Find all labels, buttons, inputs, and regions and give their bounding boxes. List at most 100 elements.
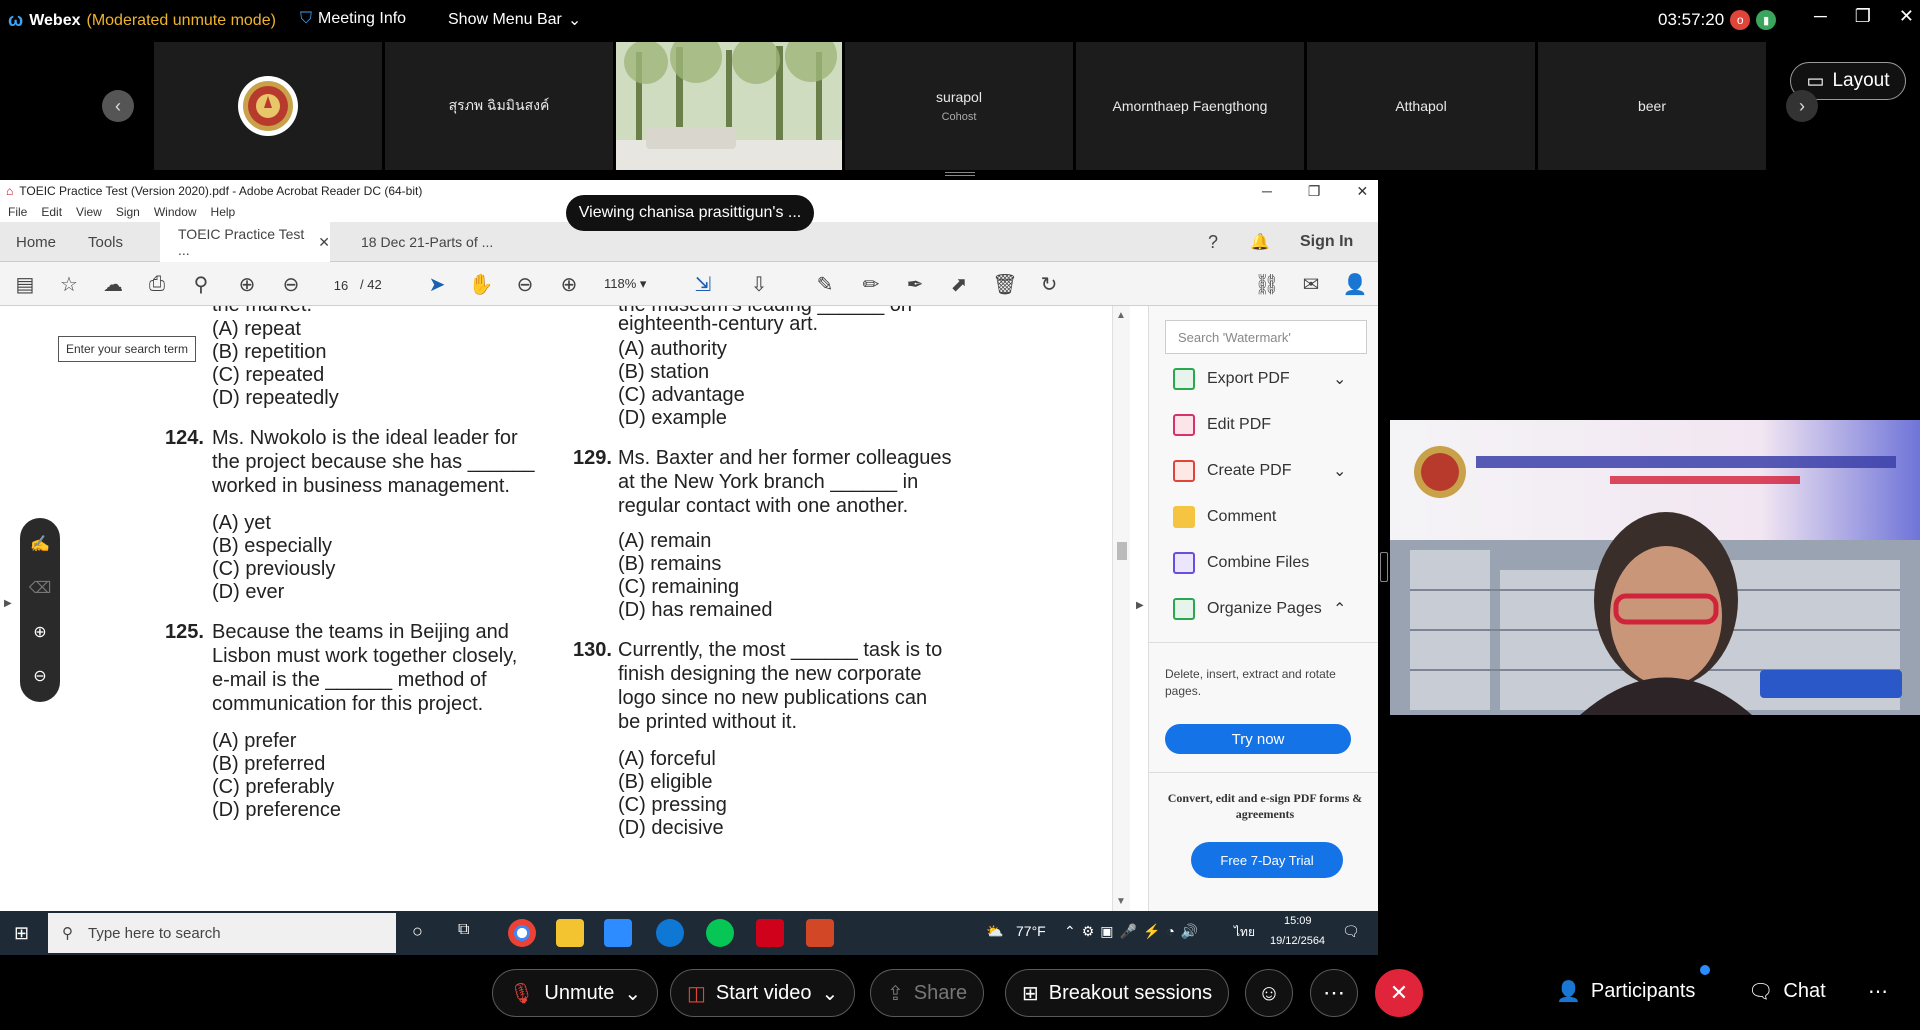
share-user-icon[interactable]: 👤 — [1342, 272, 1368, 296]
cortana-icon[interactable]: ○ — [412, 921, 423, 942]
tab-document[interactable]: 18 Dec 21-Parts of ... — [345, 222, 493, 262]
taskbar-search-box[interactable]: ⚲ Type here to search — [48, 913, 396, 953]
sign-in-link[interactable]: Sign In — [1300, 222, 1353, 262]
tools-search-input[interactable]: Search 'Watermark' — [1165, 320, 1367, 354]
more-options-button[interactable]: ⋯ — [1310, 969, 1358, 1017]
close-icon[interactable]: ✕ — [1356, 183, 1368, 200]
participant-tile[interactable] — [154, 42, 382, 170]
participants-button[interactable]: 👤 Participants — [1556, 965, 1710, 1004]
zoom-level[interactable]: 118% ▾ — [604, 276, 646, 292]
link-icon[interactable]: ⛓ — [1254, 272, 1280, 296]
edit-pdf-item[interactable]: Edit PDF — [1173, 414, 1271, 436]
minimize-icon[interactable]: ─ — [1262, 183, 1272, 200]
participant-tile[interactable]: surapol Cohost — [845, 42, 1073, 170]
powerpoint-icon[interactable] — [806, 919, 834, 947]
chevron-down-icon[interactable]: ⌄ — [624, 981, 641, 1006]
share-button[interactable]: ⇪ Share — [870, 969, 985, 1017]
free-trial-button[interactable]: Free 7-Day Trial — [1191, 842, 1343, 878]
export-pdf-item[interactable]: Export PDF ⌄ — [1173, 368, 1346, 390]
speaker-video[interactable] — [1390, 420, 1920, 715]
zoom-out-icon[interactable]: ⊖ — [512, 272, 538, 296]
breakout-sessions-button[interactable]: ⊞ Breakout sessions — [1005, 969, 1230, 1017]
fit-page-icon[interactable]: ⇲ — [690, 272, 716, 296]
chevron-down-icon[interactable]: ⌄ — [822, 981, 839, 1006]
chat-button[interactable]: 🗨 Chat — [1748, 979, 1826, 1004]
combine-files-item[interactable]: Combine Files — [1173, 552, 1309, 574]
more-panels-button[interactable]: ⋯ — [1868, 979, 1888, 1004]
edge-icon[interactable] — [656, 919, 684, 947]
pdf-scrollbar[interactable]: ▲ ▼ — [1112, 306, 1130, 911]
drag-handle[interactable] — [945, 172, 975, 176]
create-pdf-item[interactable]: Create PDF ⌄ — [1173, 460, 1346, 482]
organize-pages-item[interactable]: Organize Pages ⌃ — [1173, 598, 1346, 620]
star-icon[interactable]: ☆ — [56, 272, 82, 296]
pdf-page[interactable]: the market. the museum's leading ______ … — [0, 306, 1130, 911]
tab-home[interactable]: Home — [16, 222, 56, 262]
meeting-info-button[interactable]: ⛉ Meeting Info — [300, 10, 406, 28]
menu-file[interactable]: File — [8, 205, 27, 219]
menu-window[interactable]: Window — [154, 205, 197, 219]
unmute-button[interactable]: 🎙 Unmute ⌄ — [492, 969, 659, 1017]
zoom-in-icon[interactable]: ⊕ — [556, 272, 582, 296]
chevron-down-icon[interactable]: ⌄ — [1333, 369, 1346, 389]
minimize-icon[interactable]: ─ — [1814, 6, 1827, 27]
scroll-thumb[interactable] — [1117, 542, 1127, 560]
participant-tile[interactable]: Amornthaep Faengthong — [1076, 42, 1304, 170]
acrobat-app-icon[interactable] — [756, 919, 784, 947]
collapse-right-pane-icon[interactable]: ▶ — [1136, 600, 1144, 611]
scroll-mode-icon[interactable]: ⇩ — [746, 272, 772, 296]
language-indicator[interactable]: ไทย — [1234, 923, 1255, 942]
filmstrip-next-button[interactable]: › — [1786, 90, 1818, 122]
windows-start-icon[interactable]: ⊞ — [14, 923, 29, 944]
zoom-app-icon[interactable] — [604, 919, 632, 947]
notifications-icon[interactable]: 🗨 — [1342, 923, 1360, 940]
help-icon[interactable]: ? — [1208, 222, 1218, 262]
bell-icon[interactable]: 🔔 — [1250, 222, 1270, 262]
start-video-button[interactable]: ◫ Start video ⌄ — [670, 969, 856, 1017]
participant-tile[interactable]: สุรภพ ฉิมมินสงค์ — [385, 42, 613, 170]
edit-icon[interactable]: ⬈ — [946, 272, 972, 296]
close-tab-icon[interactable]: ✕ — [318, 234, 330, 251]
participant-video-tile[interactable] — [616, 42, 842, 170]
upload-icon[interactable]: ☁ — [100, 272, 126, 296]
menu-sign[interactable]: Sign — [116, 205, 140, 219]
tab-document-active[interactable]: TOEIC Practice Test ... ✕ — [160, 222, 330, 262]
collapse-left-icon[interactable]: ▶ — [4, 598, 12, 609]
chevron-up-icon[interactable]: ⌃ — [1333, 599, 1346, 619]
menu-edit[interactable]: Edit — [41, 205, 62, 219]
pen-icon[interactable]: ✍ — [20, 534, 60, 554]
zoom-in-icon[interactable]: ⊕ — [20, 622, 60, 642]
delete-icon[interactable]: 🗑 — [992, 272, 1018, 296]
highlight-icon[interactable]: ✏ — [858, 272, 884, 296]
page-up-icon[interactable]: ⊕ — [234, 272, 260, 296]
chrome-icon[interactable] — [508, 919, 536, 947]
eraser-icon[interactable]: ⌫ — [20, 578, 60, 598]
tab-tools[interactable]: Tools — [88, 222, 123, 262]
task-view-icon[interactable]: ⧉ — [458, 921, 469, 939]
select-cursor-icon[interactable]: ➤ — [424, 272, 450, 296]
sign-icon[interactable]: ✒ — [902, 272, 928, 296]
chevron-down-icon[interactable]: ⌄ — [1333, 461, 1346, 481]
scroll-up-icon[interactable]: ▲ — [1116, 310, 1126, 321]
scroll-down-icon[interactable]: ▼ — [1116, 896, 1126, 907]
viewing-share-banner[interactable]: Viewing chanisa prasittigun's ... — [566, 195, 814, 231]
system-tray-icons[interactable]: ⌃⚙▣🎤⚡◔🔊 — [1064, 923, 1204, 940]
search-term-input[interactable]: Enter your search term — [58, 336, 196, 362]
comment-item[interactable]: Comment — [1173, 506, 1276, 528]
participant-tile[interactable]: beer — [1538, 42, 1766, 170]
file-explorer-icon[interactable] — [556, 919, 584, 947]
video-resize-handle[interactable] — [1380, 552, 1388, 582]
menu-help[interactable]: Help — [211, 205, 236, 219]
filmstrip-prev-button[interactable]: ‹ — [102, 90, 134, 122]
menu-view[interactable]: View — [76, 205, 102, 219]
page-number-input[interactable]: 16 — [326, 274, 356, 296]
line-app-icon[interactable] — [706, 919, 734, 947]
restore-icon[interactable]: ❐ — [1308, 183, 1321, 200]
comment-icon[interactable]: ✎ — [812, 272, 838, 296]
restore-icon[interactable]: ❐ — [1855, 6, 1871, 27]
save-icon[interactable]: ▤ — [12, 272, 38, 296]
try-now-button[interactable]: Try now — [1165, 724, 1351, 754]
close-icon[interactable]: ✕ — [1899, 6, 1914, 27]
print-icon[interactable]: ⎙ — [144, 272, 170, 296]
reactions-button[interactable]: ☺ — [1245, 969, 1293, 1017]
